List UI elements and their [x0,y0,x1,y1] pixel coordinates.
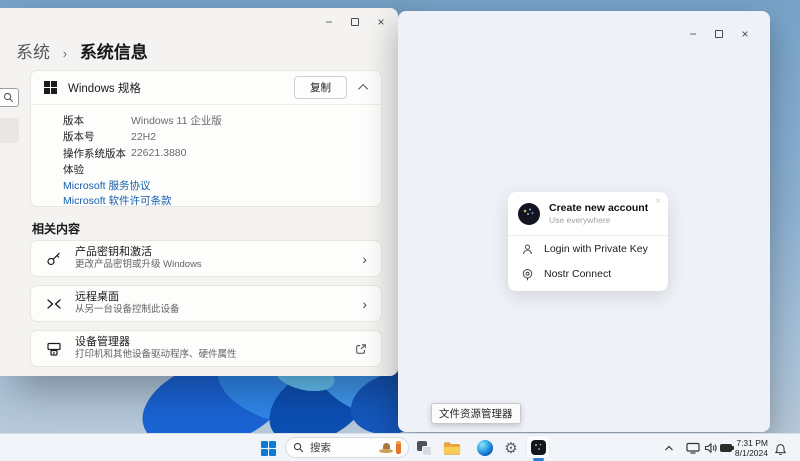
maximize-icon[interactable] [706,25,732,43]
related-content-heading: 相关内容 [32,220,80,237]
edge-icon [477,440,493,456]
chevron-right-icon: › [362,252,367,266]
related-item-title: 设备管理器 [75,336,237,350]
spec-value: 22621.3880 [131,147,186,159]
spec-label: 体验 [63,162,131,177]
device-manager-icon [45,341,63,357]
account-avatar [518,203,540,225]
maximize-icon[interactable] [342,13,368,31]
remote-desktop-icon [45,296,63,312]
related-item-subtitle: 更改产品密钥或升级 Windows [75,259,202,271]
file-explorer-button[interactable] [440,436,464,460]
task-view-icon [417,441,432,456]
task-view-button[interactable] [412,436,436,460]
account-menu: Create new account Use everywhere × Logi… [508,192,668,291]
windows-logo-icon [44,81,57,94]
search-icon [293,442,304,453]
menu-item-label: Nostr Connect [544,268,611,280]
close-icon[interactable]: × [368,13,394,31]
taskbar-clock[interactable]: 7:31 PM 8/1/2024 [726,438,768,458]
collapse-chevron-icon[interactable] [358,84,368,94]
person-icon [521,243,534,256]
settings-button[interactable]: ⚙ [499,436,523,460]
taskbar-search-input[interactable]: 搜索 [285,437,409,458]
breadcrumb-system[interactable]: 系统 [16,43,50,62]
nostr-window-controls: − × [680,25,758,43]
nostr-app-button[interactable] [526,435,550,459]
chevron-right-icon: › [362,297,367,311]
minimize-icon[interactable]: − [680,25,706,43]
search-placeholder: 搜索 [310,440,331,455]
spec-label: 操作系统版本 [63,146,131,161]
create-account-item[interactable]: Create new account Use everywhere × [508,192,668,226]
spec-label: 版本号 [63,129,131,144]
nostr-app-window: − × Create new account Use everywhere × [398,11,770,432]
network-icon[interactable] [684,440,702,456]
spec-label: 版本 [63,113,131,128]
spec-value: Windows 11 企业版 [131,113,222,128]
breadcrumb-separator-icon: › [63,46,67,61]
sidebar-item-selected[interactable] [0,118,19,143]
related-item-subtitle: 从另一台设备控制此设备 [75,304,180,316]
start-button[interactable] [256,436,280,460]
nostr-connect-item[interactable]: Nostr Connect [508,263,668,286]
link-ms-license-terms[interactable]: Microsoft 软件许可条款 [63,193,381,208]
gear-icon: ⚙ [504,441,517,456]
related-item-device-manager[interactable]: 设备管理器 打印机和其他设备驱动程序、硬件属性 [30,330,382,367]
search-highlight-icon[interactable] [396,441,401,454]
copy-button[interactable]: 复制 [294,76,347,99]
link-ms-service-agreement[interactable]: Microsoft 服务协议 [63,178,381,193]
external-link-icon [355,343,367,355]
notification-bell-icon[interactable] [771,441,789,457]
tray-chevron-up-icon[interactable] [660,440,678,456]
related-item-remote-desktop[interactable]: 远程桌面 从另一台设备控制此设备 › [30,285,382,322]
windows-spec-card: Windows 规格 复制 版本 Windows 11 企业版 版本号 22H2… [30,70,382,207]
search-icon [3,92,14,103]
key-icon [45,251,63,267]
spec-row-version: 版本 Windows 11 企业版 [63,112,381,129]
related-item-product-key[interactable]: 产品密钥和激活 更改产品密钥或升级 Windows › [30,240,382,277]
related-item-subtitle: 打印机和其他设备驱动程序、硬件属性 [75,349,237,361]
menu-divider [508,235,668,236]
spec-card-title: Windows 规格 [68,80,294,96]
spec-row-experience: 体验 [63,162,381,179]
spec-row-os-build: 操作系统版本 22621.3880 [63,145,381,162]
related-item-title: 产品密钥和激活 [75,246,202,260]
windows-start-icon [261,441,276,456]
settings-window: − × 系统 › 系统信息 Windows 规格 复制 版本 Windows 1… [0,8,398,376]
connect-icon [521,268,534,281]
menu-item-label: Login with Private Key [544,243,648,255]
spec-value: 22H2 [131,131,156,143]
nostr-app-icon [531,440,546,455]
related-item-title: 远程桌面 [75,291,180,305]
clock-time: 7:31 PM [726,438,768,448]
menu-close-icon[interactable]: × [655,196,661,207]
breadcrumb: 系统 › 系统信息 [16,38,148,63]
taskbar: 搜索 ⚙ [0,433,800,461]
search-highlight-hat-icon[interactable] [379,443,393,453]
login-private-key-item[interactable]: Login with Private Key [508,238,668,261]
settings-window-controls: − × [316,13,394,31]
spec-row-version-number: 版本号 22H2 [63,129,381,146]
sidebar-search-input[interactable] [0,88,19,107]
file-explorer-tooltip: 文件资源管理器 [431,403,521,424]
create-account-subtitle: Use everywhere [549,215,648,226]
minimize-icon[interactable]: − [316,13,342,31]
create-account-title: Create new account [549,202,648,215]
close-icon[interactable]: × [732,25,758,43]
clock-date: 8/1/2024 [726,448,768,458]
folder-icon [443,441,461,456]
edge-browser-button[interactable] [473,436,497,460]
page-title: 系统信息 [80,43,148,62]
